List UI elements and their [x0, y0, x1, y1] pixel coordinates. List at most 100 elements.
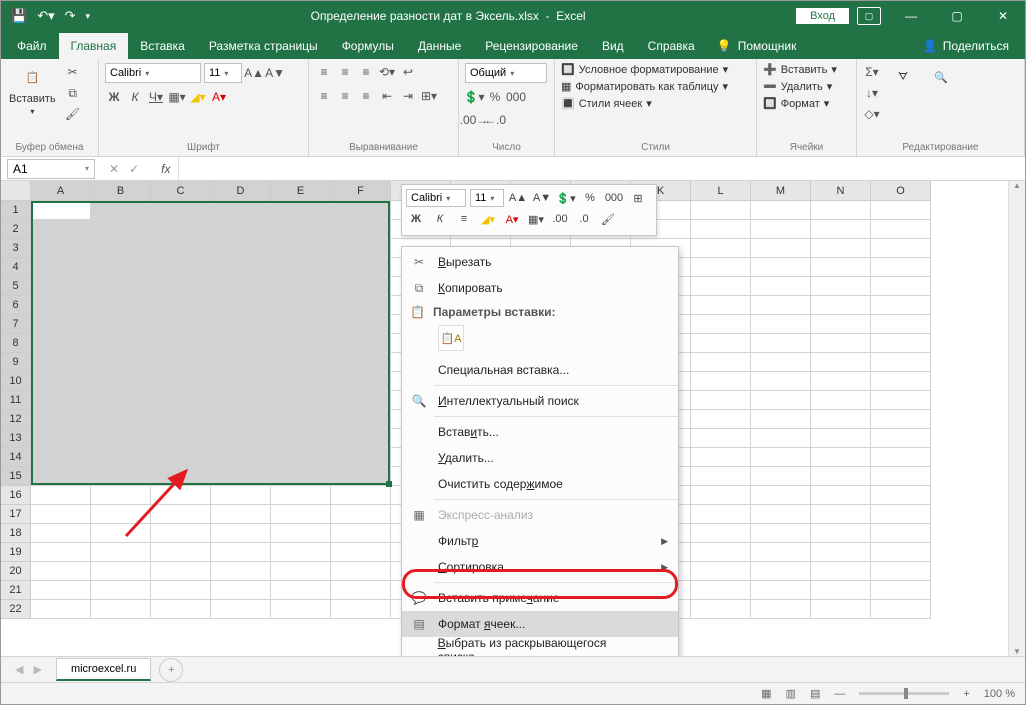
- cut-icon[interactable]: ✂: [64, 63, 82, 81]
- cell[interactable]: [31, 391, 91, 410]
- cell[interactable]: [271, 524, 331, 543]
- tab-file[interactable]: Файл: [5, 33, 59, 59]
- cell[interactable]: [871, 334, 931, 353]
- cell[interactable]: [751, 562, 811, 581]
- cell[interactable]: [31, 467, 91, 486]
- cell[interactable]: [691, 277, 751, 296]
- cell[interactable]: [151, 258, 211, 277]
- row-header[interactable]: 2: [1, 220, 31, 239]
- cell[interactable]: [871, 353, 931, 372]
- cell[interactable]: [31, 505, 91, 524]
- cell[interactable]: [331, 543, 391, 562]
- cell[interactable]: [811, 296, 871, 315]
- cell[interactable]: [331, 334, 391, 353]
- cell[interactable]: [331, 277, 391, 296]
- cell[interactable]: [871, 562, 931, 581]
- cell[interactable]: [871, 220, 931, 239]
- cell[interactable]: [271, 201, 331, 220]
- column-header[interactable]: A: [31, 181, 91, 201]
- align-bottom-icon[interactable]: ≡: [357, 63, 375, 81]
- currency-icon[interactable]: 💲▾: [465, 88, 483, 106]
- cell[interactable]: [211, 600, 271, 619]
- cell[interactable]: [151, 410, 211, 429]
- cell[interactable]: [751, 524, 811, 543]
- cell[interactable]: [151, 315, 211, 334]
- cell[interactable]: [31, 410, 91, 429]
- cell[interactable]: [271, 429, 331, 448]
- cell[interactable]: [151, 334, 211, 353]
- cell[interactable]: [811, 486, 871, 505]
- cell[interactable]: [811, 220, 871, 239]
- sheet-tab[interactable]: microexcel.ru: [56, 658, 151, 681]
- cell[interactable]: [31, 296, 91, 315]
- cell[interactable]: [871, 410, 931, 429]
- cell[interactable]: [271, 258, 331, 277]
- cell[interactable]: [151, 600, 211, 619]
- cell[interactable]: [331, 410, 391, 429]
- cell[interactable]: [751, 410, 811, 429]
- cell[interactable]: [331, 372, 391, 391]
- cell[interactable]: [691, 239, 751, 258]
- align-center-icon[interactable]: ≡: [336, 87, 354, 105]
- merge-icon[interactable]: ⊞▾: [420, 87, 438, 105]
- cell[interactable]: [271, 467, 331, 486]
- row-header[interactable]: 12: [1, 410, 31, 429]
- decrease-font-icon[interactable]: A▼: [266, 64, 284, 82]
- cells-format-button[interactable]: 🔲Формат ▾: [763, 97, 829, 110]
- cell[interactable]: [331, 486, 391, 505]
- qat-more-icon[interactable]: ▾: [86, 11, 91, 22]
- cell[interactable]: [691, 353, 751, 372]
- fill-icon[interactable]: ↓▾: [863, 84, 881, 102]
- cell[interactable]: [871, 429, 931, 448]
- mini-decrease-font-icon[interactable]: A▼: [532, 189, 552, 207]
- mini-italic-button[interactable]: К: [430, 210, 450, 228]
- increase-indent-icon[interactable]: ⇥: [399, 87, 417, 105]
- cell[interactable]: [31, 277, 91, 296]
- cell[interactable]: [271, 296, 331, 315]
- mini-font-combo[interactable]: Calibri▾: [406, 189, 466, 207]
- font-name-combo[interactable]: Calibri▾: [105, 63, 201, 83]
- align-top-icon[interactable]: ≡: [315, 63, 333, 81]
- column-header[interactable]: B: [91, 181, 151, 201]
- align-right-icon[interactable]: ≡: [357, 87, 375, 105]
- cell[interactable]: [31, 239, 91, 258]
- view-normal-icon[interactable]: ▦: [761, 687, 771, 700]
- cell[interactable]: [211, 296, 271, 315]
- row-header[interactable]: 15: [1, 467, 31, 486]
- mini-merge-icon[interactable]: ⊞: [628, 189, 648, 207]
- ctx-insert[interactable]: Вставить...: [402, 419, 678, 445]
- borders-icon[interactable]: ▦▾: [168, 88, 186, 106]
- cell[interactable]: [211, 201, 271, 220]
- align-left-icon[interactable]: ≡: [315, 87, 333, 105]
- cell[interactable]: [31, 600, 91, 619]
- cell[interactable]: [91, 220, 151, 239]
- mini-percent-icon[interactable]: %: [580, 189, 600, 207]
- cell[interactable]: [331, 239, 391, 258]
- cell[interactable]: [91, 334, 151, 353]
- cell[interactable]: [691, 334, 751, 353]
- cell[interactable]: [211, 220, 271, 239]
- cell[interactable]: [31, 581, 91, 600]
- find-select-button[interactable]: 🔍: [925, 63, 957, 91]
- autosum-icon[interactable]: Σ▾: [863, 63, 881, 81]
- ctx-format-cells[interactable]: ▤Формат ячеек...: [402, 611, 678, 637]
- cell[interactable]: [31, 543, 91, 562]
- cell[interactable]: [211, 258, 271, 277]
- cell[interactable]: [31, 220, 91, 239]
- cell[interactable]: [271, 410, 331, 429]
- cell[interactable]: [211, 372, 271, 391]
- cell[interactable]: [691, 372, 751, 391]
- cell[interactable]: [91, 410, 151, 429]
- cell[interactable]: [871, 581, 931, 600]
- cell[interactable]: [31, 448, 91, 467]
- cell[interactable]: [751, 277, 811, 296]
- align-middle-icon[interactable]: ≡: [336, 63, 354, 81]
- cell[interactable]: [331, 391, 391, 410]
- row-header[interactable]: 5: [1, 277, 31, 296]
- cell[interactable]: [691, 258, 751, 277]
- cell[interactable]: [151, 505, 211, 524]
- ctx-smart-lookup[interactable]: 🔍Интеллектуальный поиск: [402, 388, 678, 414]
- paste-button[interactable]: 📋 Вставить▾: [7, 63, 58, 116]
- cell[interactable]: [811, 448, 871, 467]
- cell[interactable]: [811, 600, 871, 619]
